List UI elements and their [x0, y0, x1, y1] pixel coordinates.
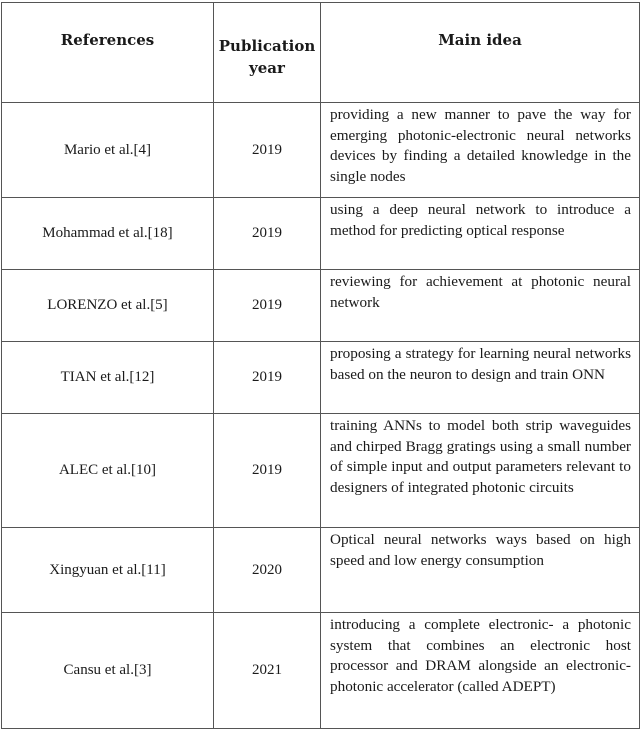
table-row: Mohammad et al.[18] 2019 using a deep ne… — [1, 197, 640, 270]
main-idea-cell: providing a new manner to pave the way f… — [320, 102, 640, 198]
reference-cell: Xingyuan et al.[11] — [1, 527, 214, 613]
year-cell: 2019 — [213, 413, 321, 528]
table-row: Cansu et al.[3] 2021 introducing a compl… — [1, 612, 640, 729]
year-cell: 2020 — [213, 527, 321, 613]
table-row: ALEC et al.[10] 2019 training ANNs to mo… — [1, 413, 640, 528]
header-row: References Publication year Main idea — [1, 2, 640, 103]
header-main-idea: Main idea — [320, 2, 640, 103]
reference-cell: Mario et al.[4] — [1, 102, 214, 198]
table-row: TIAN et al.[12] 2019 proposing a strateg… — [1, 341, 640, 414]
year-cell: 2021 — [213, 612, 321, 729]
header-publication-year: Publication year — [213, 2, 321, 103]
header-publication-year-line2: year — [249, 58, 285, 77]
reference-cell: ALEC et al.[10] — [1, 413, 214, 528]
header-references: References — [1, 2, 214, 103]
reference-cell: LORENZO et al.[5] — [1, 269, 214, 342]
reference-cell: TIAN et al.[12] — [1, 341, 214, 414]
year-cell: 2019 — [213, 269, 321, 342]
table-row: Mario et al.[4] 2019 providing a new man… — [1, 102, 640, 198]
literature-table: References Publication year Main idea Ma… — [1, 2, 640, 729]
main-idea-cell: using a deep neural network to introduce… — [320, 197, 640, 270]
table-row: Xingyuan et al.[11] 2020 Optical neural … — [1, 527, 640, 613]
year-cell: 2019 — [213, 341, 321, 414]
year-cell: 2019 — [213, 197, 321, 270]
year-cell: 2019 — [213, 102, 321, 198]
main-idea-cell: reviewing for achievement at photonic ne… — [320, 269, 640, 342]
reference-cell: Cansu et al.[3] — [1, 612, 214, 729]
main-idea-cell: training ANNs to model both strip waveg­… — [320, 413, 640, 528]
header-publication-year-line1: Publication — [218, 36, 316, 55]
reference-cell: Mohammad et al.[18] — [1, 197, 214, 270]
table-row: LORENZO et al.[5] 2019 reviewing for ach… — [1, 269, 640, 342]
main-idea-cell: introducing a complete electronic- a pho… — [320, 612, 640, 729]
main-idea-cell: proposing a strategy for learning neural… — [320, 341, 640, 414]
main-idea-cell: Optical neural networks ways based on hi… — [320, 527, 640, 613]
